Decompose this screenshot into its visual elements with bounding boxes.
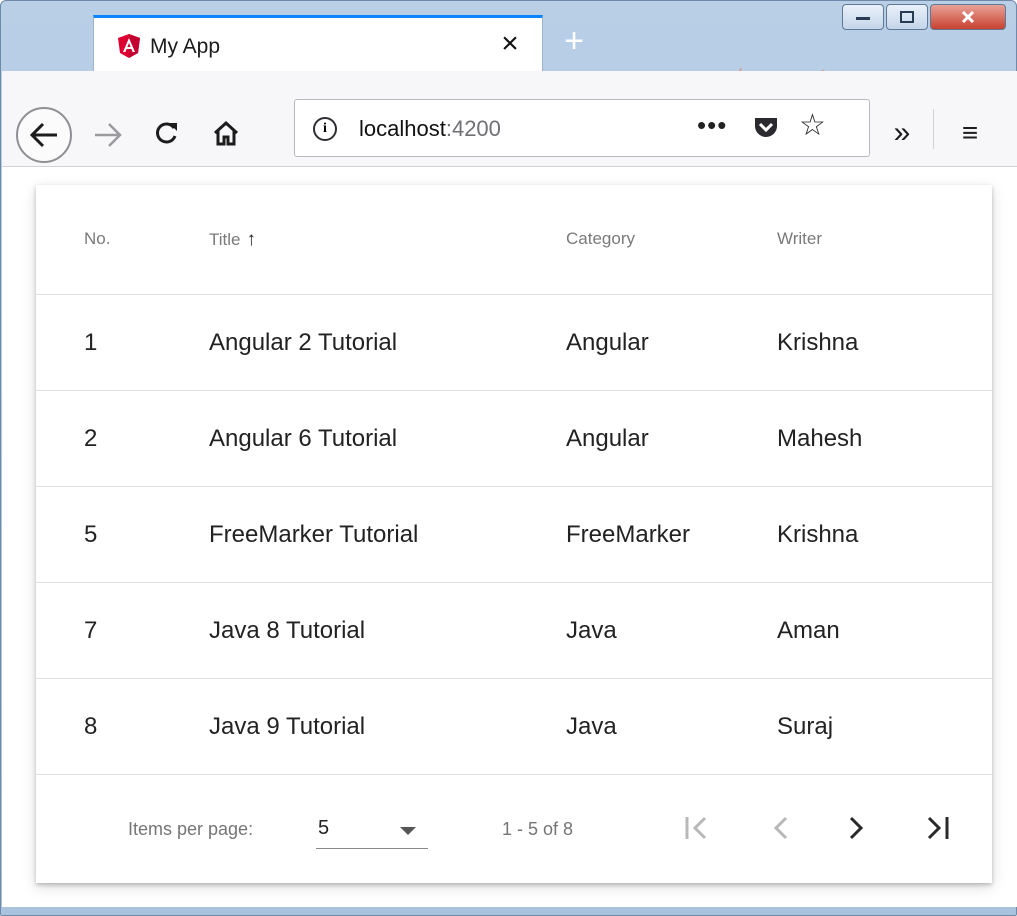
header-title-label: Title xyxy=(209,230,241,249)
back-button[interactable] xyxy=(16,107,72,163)
next-page-button[interactable] xyxy=(831,803,881,853)
paginator: Items per page: 5 1 - 5 of 8 xyxy=(36,775,992,883)
chevron-right-icon xyxy=(849,816,864,840)
reload-button[interactable] xyxy=(146,113,186,153)
window-controls xyxy=(840,4,1006,34)
url-host: localhost xyxy=(359,116,446,141)
cell-writer: Krishna xyxy=(777,521,859,548)
table-row: 5 FreeMarker Tutorial FreeMarker Krishna xyxy=(36,487,992,583)
last-page-button[interactable] xyxy=(912,803,962,853)
tab-my-app[interactable]: My App × xyxy=(93,15,543,71)
table-header-row: No. Title ↑ Category Writer xyxy=(36,185,992,295)
cell-no: 5 xyxy=(84,521,98,548)
last-page-icon xyxy=(927,816,949,840)
maximize-icon xyxy=(900,11,914,23)
header-no[interactable]: No. xyxy=(84,229,110,249)
sort-ascending-icon: ↑ xyxy=(246,229,257,250)
cell-category: Java xyxy=(566,713,617,740)
dropdown-caret-icon xyxy=(400,827,416,835)
tab-close-button[interactable]: × xyxy=(494,26,526,62)
hamburger-menu-button[interactable]: ≡ xyxy=(950,113,990,153)
table-row: 7 Java 8 Tutorial Java Aman xyxy=(36,583,992,679)
home-button[interactable] xyxy=(206,113,246,153)
tab-title: My App xyxy=(150,35,221,58)
cell-writer: Aman xyxy=(777,617,840,644)
cell-category: FreeMarker xyxy=(566,521,691,548)
header-writer[interactable]: Writer xyxy=(777,229,822,249)
chevron-left-icon xyxy=(773,816,788,840)
table-row: 8 Java 9 Tutorial Java Suraj xyxy=(36,679,992,775)
maximize-button[interactable] xyxy=(886,4,928,30)
cell-no: 7 xyxy=(84,617,98,644)
cell-category: Angular xyxy=(566,329,649,356)
cell-no: 2 xyxy=(84,425,98,452)
cell-title: Java 9 Tutorial xyxy=(209,713,366,740)
header-category[interactable]: Category xyxy=(566,229,635,249)
close-icon xyxy=(961,10,975,24)
table-row: 2 Angular 6 Tutorial Angular Mahesh xyxy=(36,391,992,487)
items-per-page-label: Items per page: xyxy=(128,819,254,839)
address-bar[interactable]: i localhost:4200 ••• ☆ xyxy=(294,99,870,157)
table-card: No. Title ↑ Category Writer 1 Angular 2 T… xyxy=(36,185,992,883)
page-actions-button[interactable]: ••• xyxy=(697,110,727,141)
minimize-icon xyxy=(856,17,870,20)
forward-button[interactable] xyxy=(88,115,128,155)
browser-window: My App × + concretepage.com xyxy=(0,0,1017,916)
first-page-button[interactable] xyxy=(672,803,722,853)
url-port: :4200 xyxy=(445,116,501,141)
cell-writer: Suraj xyxy=(777,713,834,740)
cell-title: Angular 2 Tutorial xyxy=(209,329,398,356)
table-row: 1 Angular 2 Tutorial Angular Krishna xyxy=(36,295,992,391)
url-text[interactable]: localhost:4200 xyxy=(359,116,501,142)
bookmark-star-icon[interactable]: ☆ xyxy=(799,108,826,143)
cell-no: 8 xyxy=(84,713,98,740)
angular-logo-icon xyxy=(118,34,140,58)
navigation-toolbar: i localhost:4200 ••• ☆ » ≡ xyxy=(2,71,1017,167)
new-tab-button[interactable]: + xyxy=(554,23,594,63)
cell-writer: Mahesh xyxy=(777,425,863,452)
title-bar: My App × + concretepage.com xyxy=(1,1,1016,99)
pocket-icon[interactable] xyxy=(753,116,779,140)
cell-title: FreeMarker Tutorial xyxy=(209,521,419,548)
page-size-value: 5 xyxy=(318,817,330,839)
cell-category: Angular xyxy=(566,425,649,452)
cell-writer: Krishna xyxy=(777,329,859,356)
page-size-select[interactable]: 5 xyxy=(316,809,428,849)
minimize-button[interactable] xyxy=(842,4,884,30)
toolbar-divider xyxy=(933,109,934,149)
page-range-label: 1 - 5 of 8 xyxy=(502,819,574,839)
close-window-button[interactable] xyxy=(930,4,1006,30)
reload-icon xyxy=(156,122,177,144)
cell-no: 1 xyxy=(84,329,98,356)
header-title[interactable]: Title ↑ xyxy=(209,229,256,251)
arrow-left-icon xyxy=(29,122,57,148)
cell-category: Java xyxy=(566,617,617,644)
cell-title: Java 8 Tutorial xyxy=(209,617,366,644)
previous-page-button[interactable] xyxy=(756,803,806,853)
info-icon[interactable]: i xyxy=(313,117,337,141)
page-content: No. Title ↑ Category Writer 1 Angular 2 T… xyxy=(2,167,1017,907)
first-page-icon xyxy=(685,816,707,840)
home-icon xyxy=(213,120,239,146)
cell-title: Angular 6 Tutorial xyxy=(209,425,398,452)
arrow-right-icon xyxy=(95,123,122,147)
overflow-menu-button[interactable]: » xyxy=(882,113,922,153)
